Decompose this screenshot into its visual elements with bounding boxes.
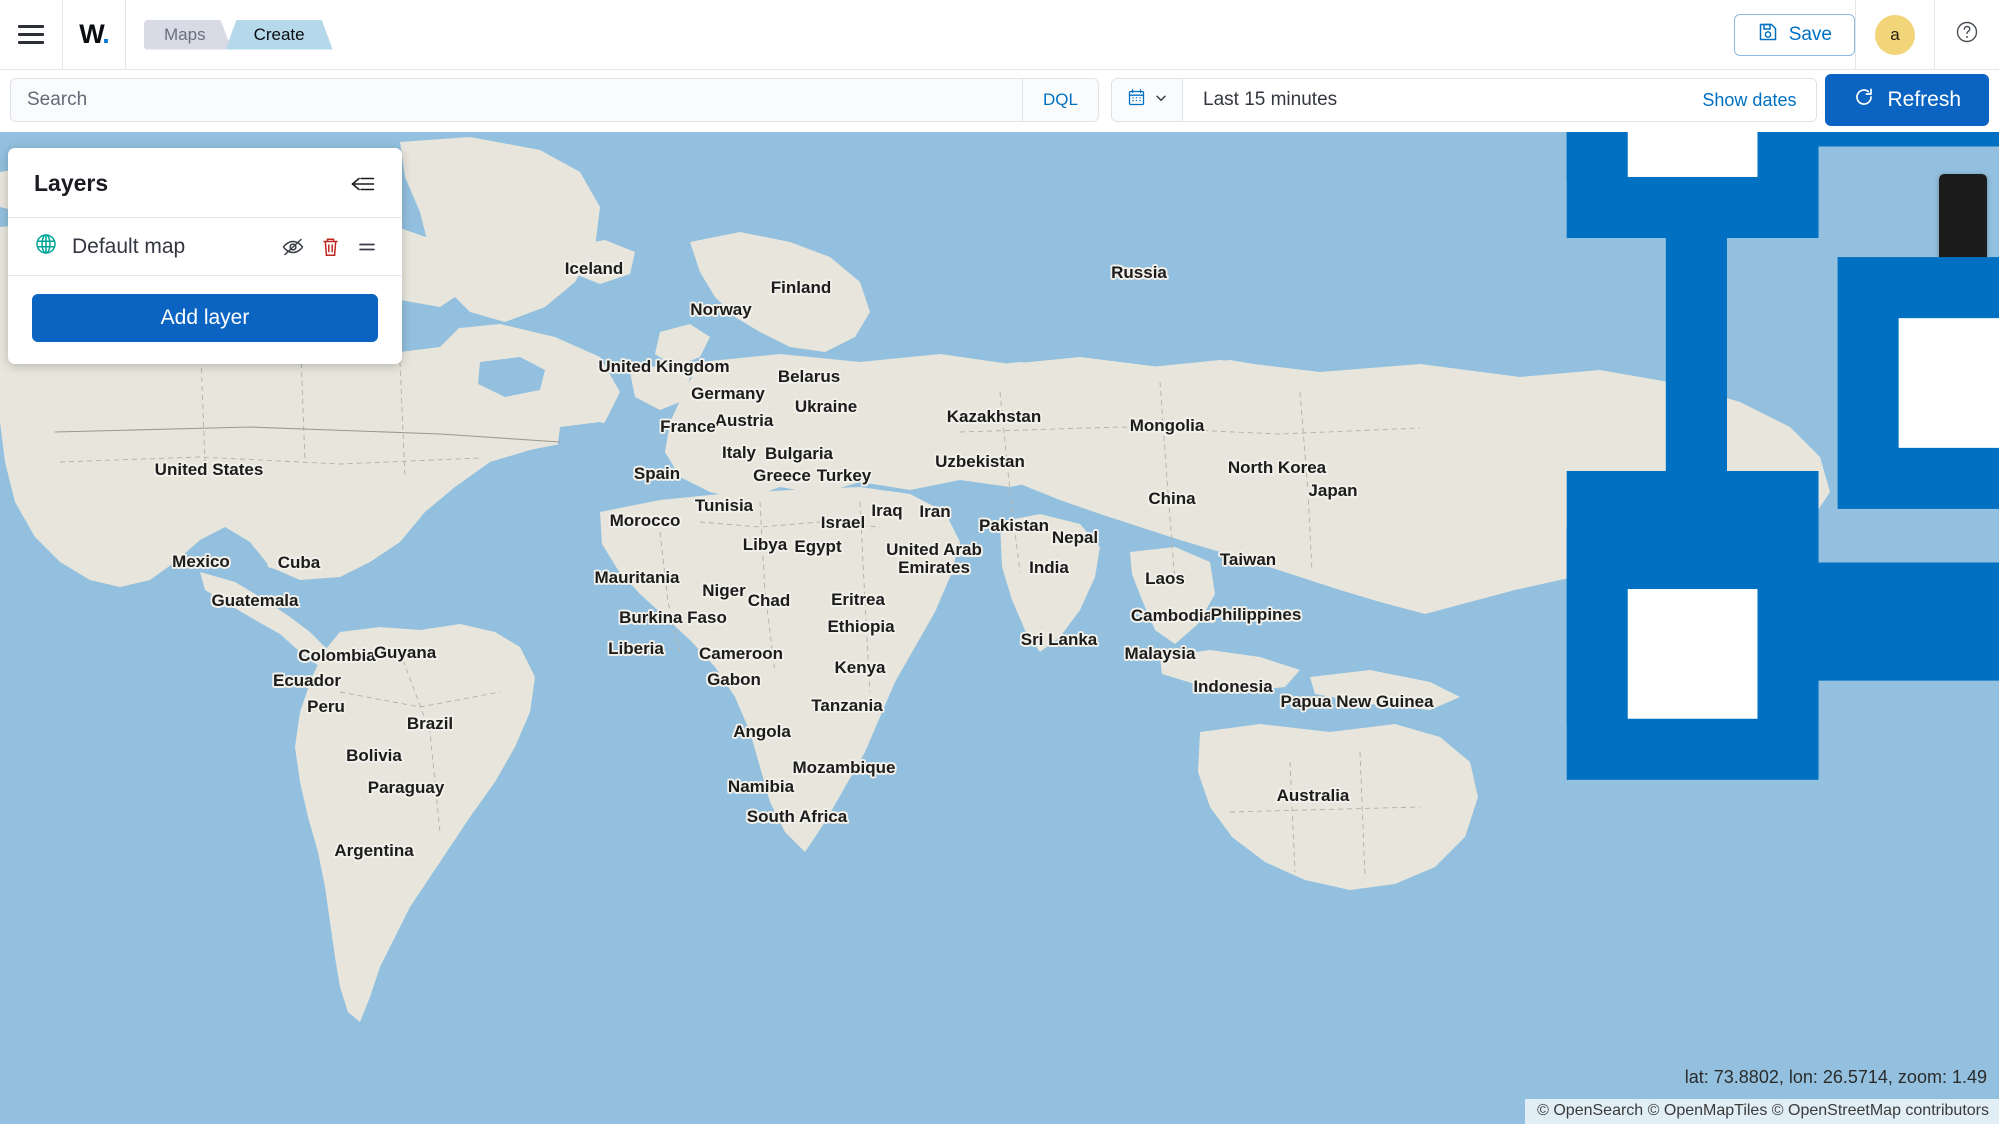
coordinate-readout: lat: 73.8802, lon: 26.5714, zoom: 1.49 bbox=[1685, 1067, 1987, 1088]
draw-tools bbox=[1939, 302, 1987, 416]
date-range-value[interactable]: Last 15 minutes bbox=[1183, 79, 1682, 121]
help-circle-icon[interactable] bbox=[1954, 19, 1980, 50]
layer-row[interactable]: Default map bbox=[8, 218, 402, 276]
hamburger-menu-button[interactable] bbox=[0, 0, 62, 70]
date-picker-button[interactable] bbox=[1112, 79, 1183, 121]
show-dates-button[interactable]: Show dates bbox=[1682, 79, 1816, 121]
hamburger-icon bbox=[18, 25, 44, 44]
header-left-group: W. Maps Create bbox=[0, 0, 333, 69]
breadcrumb-label-maps: Maps bbox=[164, 25, 206, 45]
date-range-text: Last 15 minutes bbox=[1203, 89, 1337, 111]
draw-polygon-button[interactable] bbox=[1939, 359, 1987, 407]
polygon-select-icon bbox=[964, 132, 1999, 879]
app-root: W. Maps Create bbox=[0, 0, 1999, 1124]
header-right-group: Save a bbox=[1734, 0, 1999, 69]
floppy-disk-icon bbox=[1757, 21, 1779, 49]
avatar[interactable]: a bbox=[1875, 15, 1915, 55]
collapse-panel-icon[interactable] bbox=[350, 173, 376, 195]
top-header: W. Maps Create bbox=[0, 0, 1999, 70]
refresh-label: Refresh bbox=[1887, 88, 1961, 112]
app-logo[interactable]: W. bbox=[63, 0, 125, 70]
trash-icon[interactable] bbox=[319, 235, 342, 259]
refresh-icon bbox=[1853, 86, 1875, 114]
layer-actions bbox=[281, 235, 378, 259]
add-layer-button[interactable]: Add layer bbox=[32, 294, 378, 342]
breadcrumb: Maps Create bbox=[144, 20, 333, 50]
logo-letter: W bbox=[79, 19, 102, 49]
dql-label: DQL bbox=[1043, 90, 1078, 110]
dql-toggle-button[interactable]: DQL bbox=[1023, 78, 1099, 122]
layer-name: Default map bbox=[72, 235, 267, 259]
refresh-button[interactable]: Refresh bbox=[1825, 74, 1989, 126]
breadcrumb-label-create: Create bbox=[254, 25, 305, 45]
add-layer-wrap: Add layer bbox=[8, 276, 402, 364]
logo-mark: W. bbox=[79, 21, 109, 48]
query-bar: DQL Last 15 min bbox=[0, 70, 1999, 132]
chevron-down-icon bbox=[1154, 91, 1168, 110]
layers-panel-header: Layers bbox=[8, 148, 402, 218]
header-divider-2 bbox=[125, 0, 126, 70]
layers-panel: Layers Default map bbox=[8, 148, 402, 364]
date-range-group: Last 15 minutes Show dates bbox=[1111, 78, 1817, 122]
show-dates-label: Show dates bbox=[1702, 90, 1796, 111]
breadcrumb-item-create[interactable]: Create bbox=[226, 20, 333, 50]
avatar-wrap: a bbox=[1856, 0, 1934, 70]
logo-dot-icon: . bbox=[102, 19, 109, 49]
layers-panel-title: Layers bbox=[34, 170, 108, 197]
globe-icon bbox=[34, 232, 58, 261]
save-button-label: Save bbox=[1789, 24, 1832, 46]
help-wrap bbox=[1935, 0, 1999, 70]
avatar-initial: a bbox=[1890, 25, 1899, 45]
save-button[interactable]: Save bbox=[1734, 14, 1855, 56]
search-field-wrap bbox=[10, 78, 1023, 122]
breadcrumb-item-maps[interactable]: Maps bbox=[144, 20, 232, 50]
eye-off-icon[interactable] bbox=[281, 235, 305, 259]
search-input[interactable] bbox=[27, 89, 1006, 111]
map-attribution: © OpenSearch © OpenMapTiles © OpenStreet… bbox=[1525, 1099, 1999, 1124]
drag-handle-icon[interactable] bbox=[356, 236, 378, 258]
calendar-icon bbox=[1126, 87, 1147, 113]
